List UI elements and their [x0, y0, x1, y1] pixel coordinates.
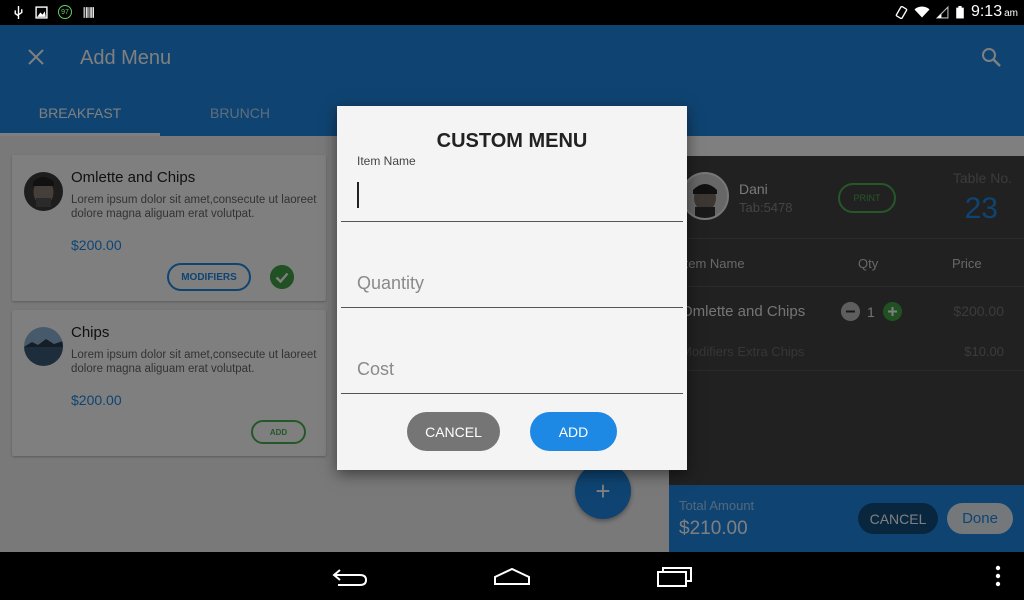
back-icon[interactable] [330, 564, 370, 588]
cost-field-wrap [341, 350, 683, 394]
battery-level-icon: 97 [58, 5, 72, 19]
image-icon [35, 5, 48, 19]
item-name-input[interactable] [341, 176, 683, 216]
battery-icon [956, 5, 964, 18]
signal-icon [935, 5, 949, 18]
dialog-title: CUSTOM MENU [436, 130, 588, 152]
wifi-icon [914, 6, 930, 18]
overflow-menu-icon[interactable] [990, 564, 1006, 588]
quantity-field-wrap [341, 264, 683, 308]
dialog-add-button[interactable]: ADD [530, 412, 617, 451]
rotate-icon [895, 5, 908, 19]
system-nav-bar [0, 552, 1024, 600]
quantity-input[interactable] [341, 264, 683, 302]
clock: 9:13 am [970, 3, 1018, 20]
status-bar: 97 9:13 am [0, 0, 1024, 25]
cost-input[interactable] [341, 350, 683, 388]
dialog-cancel-button[interactable]: CANCEL [407, 412, 500, 451]
home-icon[interactable] [492, 564, 532, 588]
text-cursor [357, 182, 359, 208]
item-name-label: Item Name [357, 154, 416, 168]
recent-apps-icon[interactable] [655, 564, 695, 588]
usb-icon [14, 5, 23, 19]
custom-menu-dialog: CUSTOM MENU Item Name CANCEL ADD [337, 106, 687, 470]
item-name-field-wrap [341, 176, 683, 222]
barcode-icon [83, 6, 94, 18]
